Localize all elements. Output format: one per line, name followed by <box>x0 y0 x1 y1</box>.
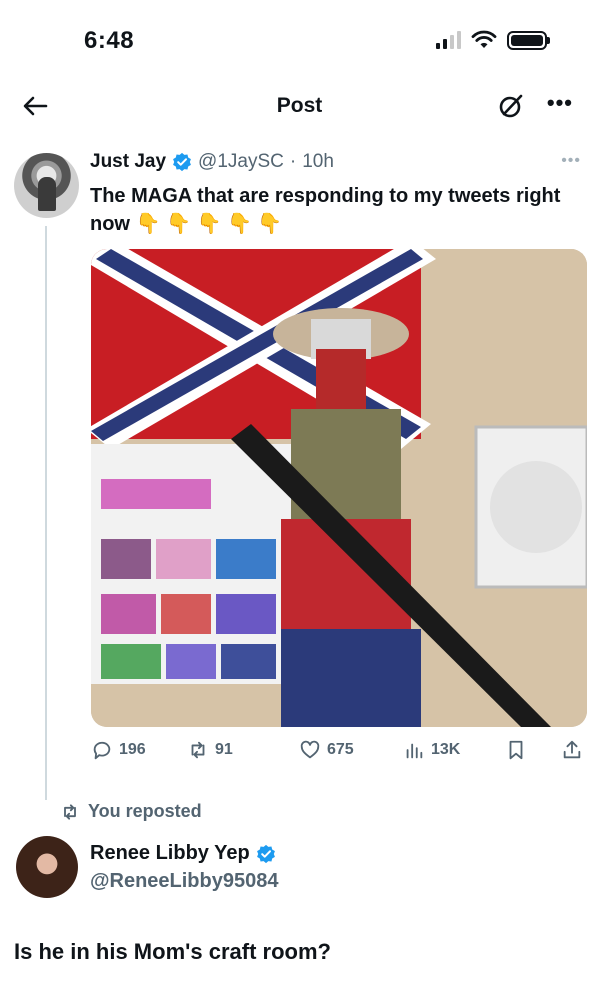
tweet-time[interactable]: 10h <box>302 151 334 173</box>
author-avatar[interactable] <box>14 153 79 218</box>
like-button[interactable]: 675 <box>299 739 354 761</box>
status-bar: 6:48 <box>0 0 599 80</box>
status-time: 6:48 <box>84 27 135 54</box>
grok-button[interactable] <box>497 92 525 120</box>
share-button[interactable] <box>561 739 583 761</box>
repost-small-icon <box>64 803 76 820</box>
verified-badge-icon <box>256 844 275 863</box>
tweet-more-button[interactable]: ••• <box>561 152 581 170</box>
bookmark-button[interactable] <box>505 739 527 761</box>
reply-header: Renee Libby Yep <box>90 842 276 865</box>
like-count: 675 <box>327 741 354 758</box>
share-icon <box>563 740 581 759</box>
views-button[interactable]: 13K <box>403 739 460 761</box>
reply-author-avatar[interactable] <box>16 836 78 898</box>
more-options-button[interactable]: ••• <box>547 92 573 114</box>
reply-icon <box>93 741 111 760</box>
grok-icon <box>499 94 523 118</box>
top-nav: Post ••• <box>0 80 599 132</box>
thread-line <box>45 226 47 800</box>
tweet-text: The MAGA that are responding to my tweet… <box>90 182 580 238</box>
verified-badge-icon <box>173 152 191 172</box>
repost-banner: You reposted <box>60 801 202 822</box>
reply-button[interactable]: 196 <box>91 739 146 761</box>
views-count: 13K <box>431 741 461 758</box>
tweet-photo[interactable] <box>91 249 587 727</box>
signal-icon <box>436 31 461 49</box>
repost-button[interactable]: 91 <box>187 739 233 761</box>
author-handle[interactable]: @1JaySC <box>198 151 284 173</box>
reply-author-name[interactable]: Renee Libby Yep <box>90 842 250 865</box>
wifi-icon <box>471 30 497 48</box>
heart-icon <box>300 740 320 759</box>
reply-text: Is he in his Mom's craft room? <box>14 939 331 964</box>
reply-author-handle[interactable]: @ReneeLibby95084 <box>90 870 278 893</box>
author-name[interactable]: Just Jay <box>90 151 166 173</box>
reply-count: 196 <box>119 741 146 758</box>
photo-illustration <box>91 249 587 727</box>
views-chart-icon <box>406 743 423 759</box>
tweet-actions: 196 91 675 13K <box>91 739 587 765</box>
separator: · <box>289 151 297 172</box>
repost-count: 91 <box>215 741 233 758</box>
pointing-down-emojis: 👇 👇 👇 👇 👇 <box>135 213 283 235</box>
repost-banner-label: You reposted <box>88 801 202 821</box>
repost-icon <box>191 741 205 759</box>
status-icons <box>436 30 550 50</box>
tweet-header: Just Jay @1JaySC · 10h <box>90 151 334 173</box>
battery-icon <box>507 30 550 50</box>
bookmark-icon <box>509 740 523 760</box>
